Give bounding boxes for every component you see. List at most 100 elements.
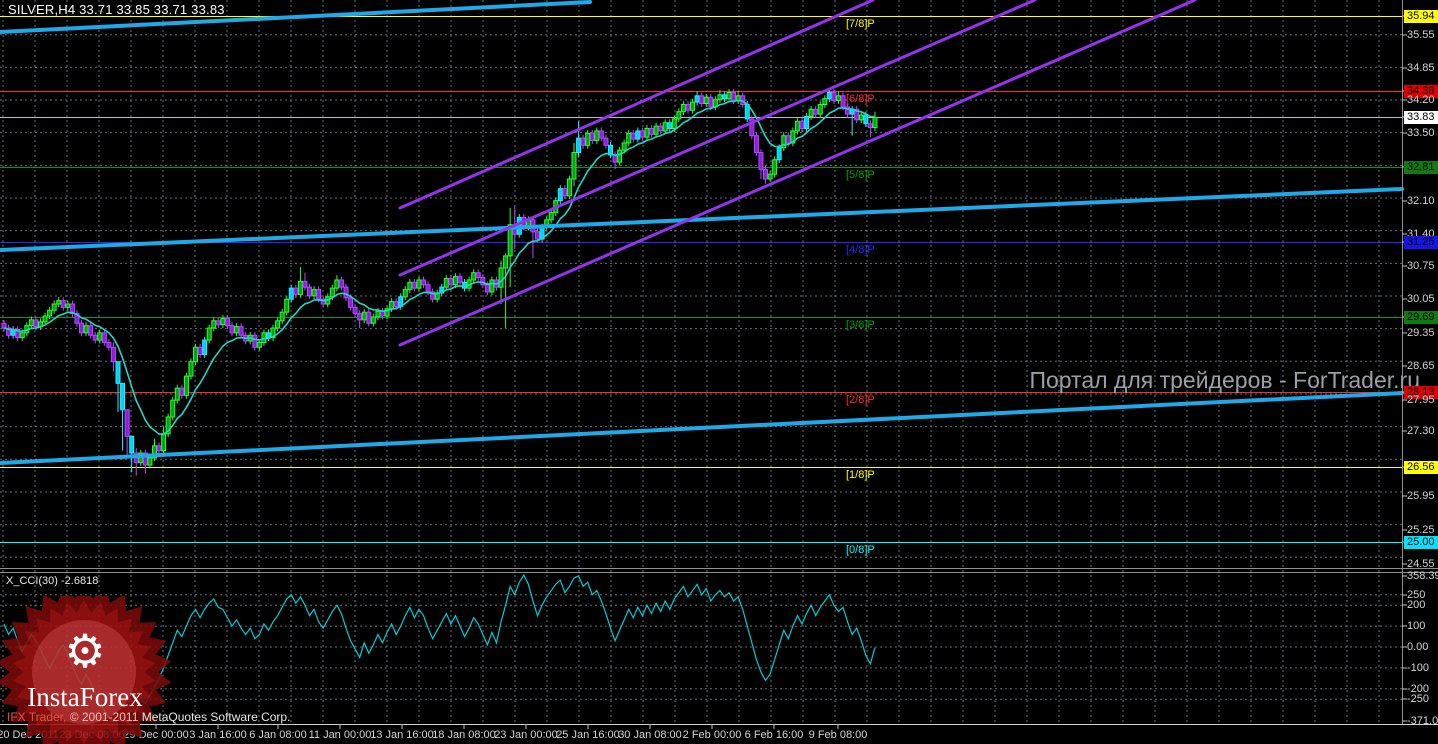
candle-body <box>375 310 381 318</box>
candle-body <box>101 332 107 343</box>
candle-body <box>867 123 873 129</box>
candle-body <box>484 284 490 293</box>
indicator-axis-label: 200 <box>1407 598 1426 611</box>
candle-body <box>211 320 217 329</box>
price-axis-label: 35.55 <box>1407 28 1435 41</box>
symbol-ohlc-header: SILVER,H4 33.71 33.85 33.71 33.83 <box>8 2 225 17</box>
candle-body <box>831 91 837 102</box>
candle-body <box>671 118 677 130</box>
candle-body <box>188 361 194 377</box>
candle-body <box>457 276 463 283</box>
candle-body <box>872 116 878 129</box>
price-axis-label: 27.30 <box>1407 424 1435 437</box>
candle-body <box>630 132 636 140</box>
price-axis-label: 33.50 <box>1407 126 1435 139</box>
candle-body <box>51 303 57 311</box>
candle-body <box>120 382 126 411</box>
candle-body <box>863 114 869 125</box>
candle-body <box>858 114 864 121</box>
candle-body <box>776 147 782 161</box>
price-axis-label: 28.65 <box>1407 359 1435 372</box>
candle-body <box>667 122 673 130</box>
candle-body <box>106 341 112 348</box>
candle-body <box>785 135 791 144</box>
candle-body <box>498 267 504 288</box>
candle-body <box>275 320 281 329</box>
candles-layer <box>1 89 878 476</box>
candle-body <box>357 313 363 321</box>
candle-body <box>197 346 203 355</box>
candle-body <box>621 142 627 151</box>
candle-body <box>302 280 308 288</box>
candle-body <box>685 103 691 111</box>
candle-body <box>808 108 814 117</box>
candle-body <box>338 279 344 288</box>
candle-body <box>535 231 541 240</box>
gear-icon: ⚙ <box>64 625 106 677</box>
candle-body <box>83 325 89 334</box>
time-axis-label: 9 Feb 08:00 <box>808 729 868 741</box>
candle-body <box>19 332 25 339</box>
candle-body <box>475 272 481 279</box>
price-axis-label: 29.35 <box>1407 326 1435 339</box>
platform-copyright: IFX Trader, © 2001-2011 MetaQuotes Softw… <box>7 710 290 724</box>
violet-trendline <box>398 0 1197 347</box>
candle-body <box>329 287 335 298</box>
candle-body <box>411 281 417 289</box>
murrey-label-48P: [4/8]P <box>846 244 875 256</box>
candle-body <box>202 339 208 355</box>
candle-body <box>452 276 458 286</box>
candle-body <box>361 311 367 321</box>
candle-body <box>772 159 778 175</box>
candle-body <box>161 433 167 452</box>
fortrader-watermark: Портал для трейдеров - ForTrader.ru <box>1029 367 1420 393</box>
candle-body <box>311 289 317 297</box>
candle-body <box>220 317 226 326</box>
candle-body <box>753 135 759 154</box>
candle-body <box>297 280 303 295</box>
candle-body <box>548 212 554 221</box>
candle-body <box>42 315 48 323</box>
candle-body <box>443 278 449 288</box>
candle-body <box>183 375 189 396</box>
candle-body <box>179 387 185 396</box>
candle-body <box>215 320 221 326</box>
candle-body <box>566 178 572 197</box>
candle-body <box>316 289 322 300</box>
candle-body <box>60 300 66 308</box>
candle-body <box>822 98 828 105</box>
candle-body <box>503 255 509 269</box>
price-axis-label: 25.95 <box>1407 489 1435 502</box>
candle-body <box>238 326 244 336</box>
indicator-axis-label: -250 <box>1407 692 1430 705</box>
candle-body <box>256 341 262 348</box>
candle-body <box>265 332 271 339</box>
indicator-axis-label: 100 <box>1407 619 1426 632</box>
candle-body <box>680 103 686 113</box>
violet-trendline <box>398 0 875 210</box>
candle-body <box>557 188 563 202</box>
candle-body <box>416 279 422 289</box>
candle-body <box>389 301 395 310</box>
candle-body <box>88 325 94 336</box>
candle-body <box>662 122 668 132</box>
candle-body <box>33 319 39 328</box>
candle-body <box>717 94 723 101</box>
candle-body <box>708 96 714 108</box>
copyright-metaquotes: MetaQuotes Software Corp. <box>141 710 291 724</box>
candle-body <box>288 287 294 300</box>
candle-body <box>425 284 431 293</box>
instaforex-logo-text: InstaForex <box>27 682 143 712</box>
candle-body <box>174 387 180 401</box>
candle-body <box>56 300 62 305</box>
indicator-label: X_CCI(30) -2.6818 <box>6 575 99 587</box>
violet-channel-lines <box>398 0 1197 347</box>
candle-body <box>393 301 399 307</box>
candle-body <box>471 272 477 281</box>
murrey-label-28P: [2/8]P <box>846 394 875 406</box>
price-badge: 25.00 <box>1404 535 1438 549</box>
candle-body <box>840 95 846 108</box>
candle-body <box>92 334 98 341</box>
candle-body <box>234 326 240 334</box>
candle-body <box>589 132 595 142</box>
